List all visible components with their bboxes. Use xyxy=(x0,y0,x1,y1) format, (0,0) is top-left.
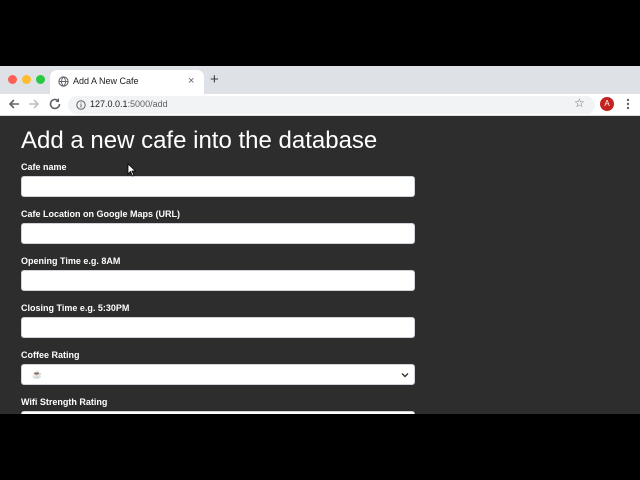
url-path: :5000/add xyxy=(127,99,168,109)
maximize-window-button[interactable] xyxy=(36,75,45,84)
letterbox-top xyxy=(0,0,640,66)
globe-icon xyxy=(58,76,69,87)
bookmark-star-icon[interactable]: ☆ xyxy=(574,97,585,109)
reload-icon[interactable] xyxy=(47,96,63,112)
page-content: Add a new cafe into the database Cafe na… xyxy=(0,116,640,414)
cafe-name-input[interactable] xyxy=(21,176,415,197)
new-tab-button[interactable]: + xyxy=(210,71,219,89)
letterbox-bottom xyxy=(0,414,640,480)
page-title: Add a new cafe into the database xyxy=(21,127,378,154)
coffee-rating-select[interactable]: ☕ xyxy=(21,364,415,385)
wifi-rating-label: Wifi Strength Rating xyxy=(21,397,108,407)
browser-toolbar: 127.0.0.1:5000/add ☆ A xyxy=(0,94,640,116)
close-window-button[interactable] xyxy=(8,75,17,84)
opening-time-input[interactable] xyxy=(21,270,415,291)
forward-arrow-icon[interactable] xyxy=(26,96,42,112)
tab-strip: Add A New Cafe × + xyxy=(0,66,640,94)
minimize-window-button[interactable] xyxy=(22,75,31,84)
closing-time-input[interactable] xyxy=(21,317,415,338)
address-bar[interactable]: 127.0.0.1:5000/add xyxy=(68,96,595,114)
more-menu-icon[interactable] xyxy=(623,97,633,111)
mouse-cursor-icon xyxy=(127,163,137,177)
cafe-location-label: Cafe Location on Google Maps (URL) xyxy=(21,209,180,219)
chevron-down-icon xyxy=(401,373,409,378)
browser-window: Add A New Cafe × + 127.0.0.1:5000/add ☆ … xyxy=(0,66,640,414)
coffee-rating-value: ☕ xyxy=(32,370,42,379)
close-tab-icon[interactable]: × xyxy=(188,74,194,88)
back-arrow-icon[interactable] xyxy=(6,96,22,112)
coffee-rating-label: Coffee Rating xyxy=(21,350,80,360)
cafe-name-label: Cafe name xyxy=(21,162,67,172)
url-host: 127.0.0.1 xyxy=(90,99,128,109)
profile-avatar[interactable]: A xyxy=(600,97,614,111)
cafe-location-input[interactable] xyxy=(21,223,415,244)
tab-title: Add A New Cafe xyxy=(73,76,139,86)
opening-time-label: Opening Time e.g. 8AM xyxy=(21,256,121,266)
tab-add-a-new-cafe[interactable]: Add A New Cafe × xyxy=(50,70,204,94)
url-text: 127.0.0.1:5000/add xyxy=(90,99,168,109)
closing-time-label: Closing Time e.g. 5:30PM xyxy=(21,303,130,313)
info-icon[interactable] xyxy=(76,100,86,110)
